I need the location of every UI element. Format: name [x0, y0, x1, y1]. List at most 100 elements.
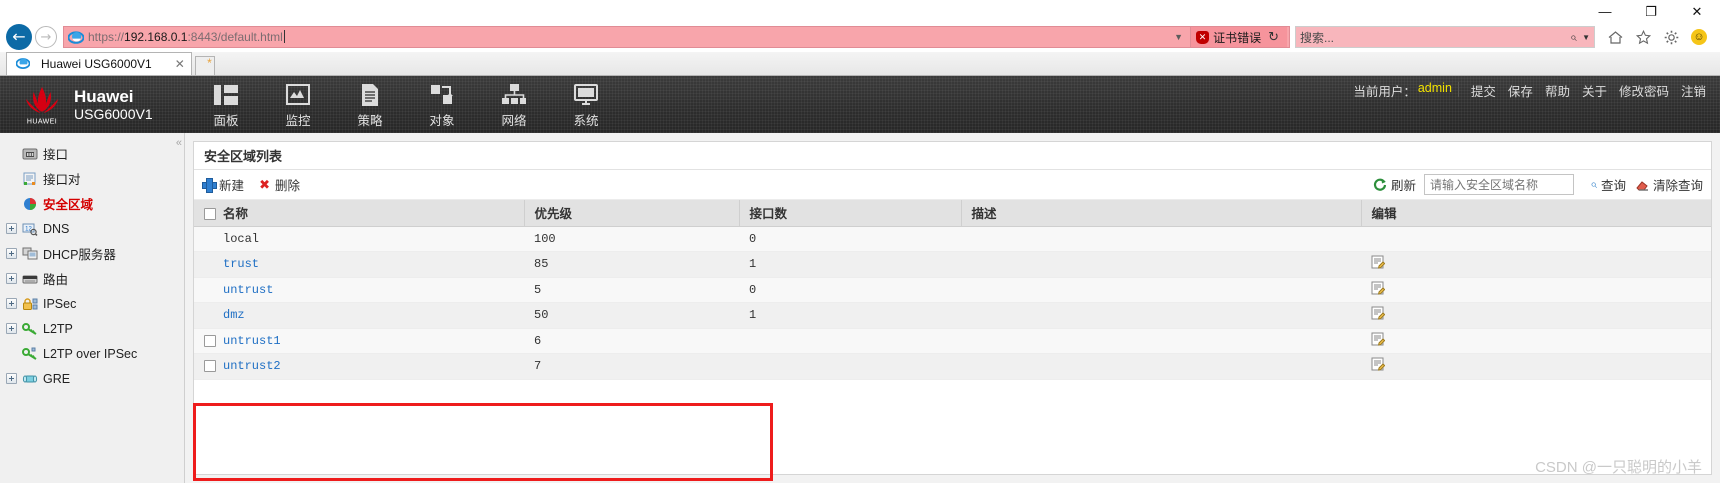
sidebar-item-security-zone[interactable]: 安全区域	[0, 191, 184, 216]
action-submit[interactable]: 提交	[1465, 81, 1502, 100]
expand-icon[interactable]	[6, 373, 17, 384]
sidebar-item-label: 路由	[43, 273, 69, 287]
zone-name[interactable]: untrust1	[223, 334, 281, 348]
gear-icon[interactable]	[1663, 29, 1680, 46]
table-row[interactable]: dmz 50 1	[194, 302, 1711, 329]
nav-item-object[interactable]: 对象	[406, 79, 478, 133]
sidebar-item-ipsec[interactable]: IPSec	[0, 291, 184, 316]
brand-text: Huawei USG6000V1	[74, 87, 153, 123]
star-icon[interactable]	[1635, 29, 1652, 46]
cell-name: untrust1	[194, 328, 524, 354]
row-checkbox[interactable]	[204, 360, 216, 373]
sidebar-item-label: GRE	[43, 371, 71, 386]
back-icon[interactable]: ←	[6, 24, 32, 50]
action-help[interactable]: 帮助	[1539, 81, 1576, 100]
column-header-priority: 优先级	[524, 200, 740, 227]
edit-icon[interactable]	[1371, 357, 1385, 371]
clear-query-label: 清除查询	[1652, 179, 1703, 193]
application-root: HUAWEI Huawei USG6000V1 面板 监控 策略 对象 网络 系…	[0, 76, 1720, 483]
row-checkbox[interactable]	[204, 334, 216, 347]
action-save[interactable]: 保存	[1502, 81, 1539, 100]
action-logout[interactable]: 注销	[1675, 81, 1712, 100]
zone-name[interactable]: untrust2	[223, 359, 281, 373]
nav-item-dashboard[interactable]: 面板	[190, 79, 262, 133]
table-row[interactable]: local 100 0	[194, 226, 1711, 252]
route-icon	[21, 271, 39, 287]
search-icon[interactable]: ⌕	[1570, 30, 1577, 45]
certificate-error-button[interactable]: ✕ 证书错误 ↻	[1190, 27, 1287, 47]
action-change-password[interactable]: 修改密码	[1613, 81, 1675, 100]
svg-text:HUAWEI: HUAWEI	[27, 118, 57, 125]
sidebar-item-label: L2TP	[43, 321, 73, 336]
edit-icon[interactable]	[1371, 255, 1385, 269]
browser-window: — ❐ ✕ ← → https://192.168.0.1:8443/defau…	[0, 0, 1720, 503]
maximize-button[interactable]: ❐	[1628, 0, 1674, 22]
expand-icon[interactable]	[6, 248, 17, 259]
browser-tab[interactable]: Huawei USG6000V1 ✕	[6, 52, 192, 75]
select-all-checkbox[interactable]	[204, 208, 216, 221]
reload-icon[interactable]: ↻	[1265, 29, 1282, 45]
refresh-button[interactable]: 刷新	[1373, 175, 1416, 194]
refresh-label: 刷新	[1390, 179, 1416, 193]
clear-query-button[interactable]: 清除查询	[1636, 175, 1703, 194]
home-icon[interactable]	[1607, 29, 1624, 46]
address-dropdown-icon[interactable]: ▼	[1167, 32, 1190, 42]
nav-label: 对象	[429, 114, 455, 128]
browser-search-box[interactable]: 搜索... ⌕ ▼	[1295, 26, 1595, 48]
sidebar-item-l2tp-over-ipsec[interactable]: L2TP over IPSec	[0, 341, 184, 366]
expand-icon[interactable]	[6, 273, 17, 284]
table-row[interactable]: untrust2 7	[194, 353, 1711, 380]
cell-interfaces: 1	[739, 302, 961, 329]
zone-name[interactable]: untrust	[223, 283, 273, 297]
sidebar-item-dns[interactable]: 12 DNS	[0, 216, 184, 241]
edit-icon[interactable]	[1371, 281, 1385, 295]
sidebar-item-dhcp-server[interactable]: DHCP服务器	[0, 241, 184, 266]
expand-icon[interactable]	[6, 298, 17, 309]
chevron-down-icon[interactable]: ▼	[1582, 33, 1590, 42]
nav-item-system[interactable]: 系统	[550, 79, 622, 133]
new-tab-button[interactable]	[194, 56, 215, 75]
cell-description	[961, 251, 1361, 278]
expand-icon[interactable]	[6, 323, 17, 334]
sidebar-item-l2tp[interactable]: L2TP	[0, 316, 184, 341]
sidebar-item-interface-pair[interactable]: 接口对	[0, 166, 184, 191]
close-button[interactable]: ✕	[1674, 0, 1720, 22]
sidebar-collapse-icon[interactable]: «	[176, 137, 182, 149]
query-button[interactable]: ⌕ 查询	[1584, 175, 1626, 194]
url-path: :8443/default.html	[187, 30, 283, 44]
edit-icon[interactable]	[1371, 306, 1385, 320]
cell-interfaces: 1	[739, 251, 961, 278]
sidebar-item-gre[interactable]: GRE	[0, 366, 184, 391]
nav-label: 面板	[213, 114, 239, 128]
nav-item-policy[interactable]: 策略	[334, 79, 406, 133]
sidebar-item-route[interactable]: 路由	[0, 266, 184, 291]
action-about[interactable]: 关于	[1576, 81, 1613, 100]
table-body: local 100 0 trust 85 1 untrust 5 0 dmz 5…	[194, 226, 1711, 380]
minimize-button[interactable]: —	[1582, 0, 1628, 22]
edit-icon[interactable]	[1371, 332, 1385, 346]
table-row[interactable]: trust 85 1	[194, 251, 1711, 278]
brand-block: HUAWEI Huawei USG6000V1	[0, 76, 190, 133]
table-row[interactable]: untrust1 6	[194, 328, 1711, 354]
feedback-smiley-icon[interactable]: ☺	[1691, 29, 1707, 45]
zone-name[interactable]: dmz	[223, 308, 245, 322]
nav-item-monitor[interactable]: 监控	[262, 79, 334, 133]
expand-icon[interactable]	[6, 223, 17, 234]
forward-icon[interactable]: →	[35, 26, 57, 48]
sidebar-item-interface[interactable]: 接口	[0, 141, 184, 166]
tab-close-icon[interactable]: ✕	[157, 57, 185, 71]
table-row[interactable]: untrust 5 0	[194, 277, 1711, 303]
delete-button[interactable]: ✖ 删除	[258, 175, 300, 194]
new-button[interactable]: 新建	[202, 175, 244, 194]
zone-search-input[interactable]	[1423, 174, 1574, 195]
cell-description	[961, 277, 1361, 303]
address-bar-url: https://192.168.0.1:8443/default.html	[88, 30, 285, 44]
address-bar[interactable]: https://192.168.0.1:8443/default.html ▼ …	[63, 26, 1290, 48]
cell-edit	[1361, 302, 1711, 329]
nav-item-network[interactable]: 网络	[478, 79, 550, 133]
new-button-label: 新建	[219, 179, 245, 193]
sidebar-item-label: 接口对	[43, 173, 81, 187]
dns-icon: 12	[21, 221, 39, 237]
zone-name[interactable]: trust	[223, 257, 259, 271]
column-header-interfaces: 接口数	[739, 200, 962, 227]
